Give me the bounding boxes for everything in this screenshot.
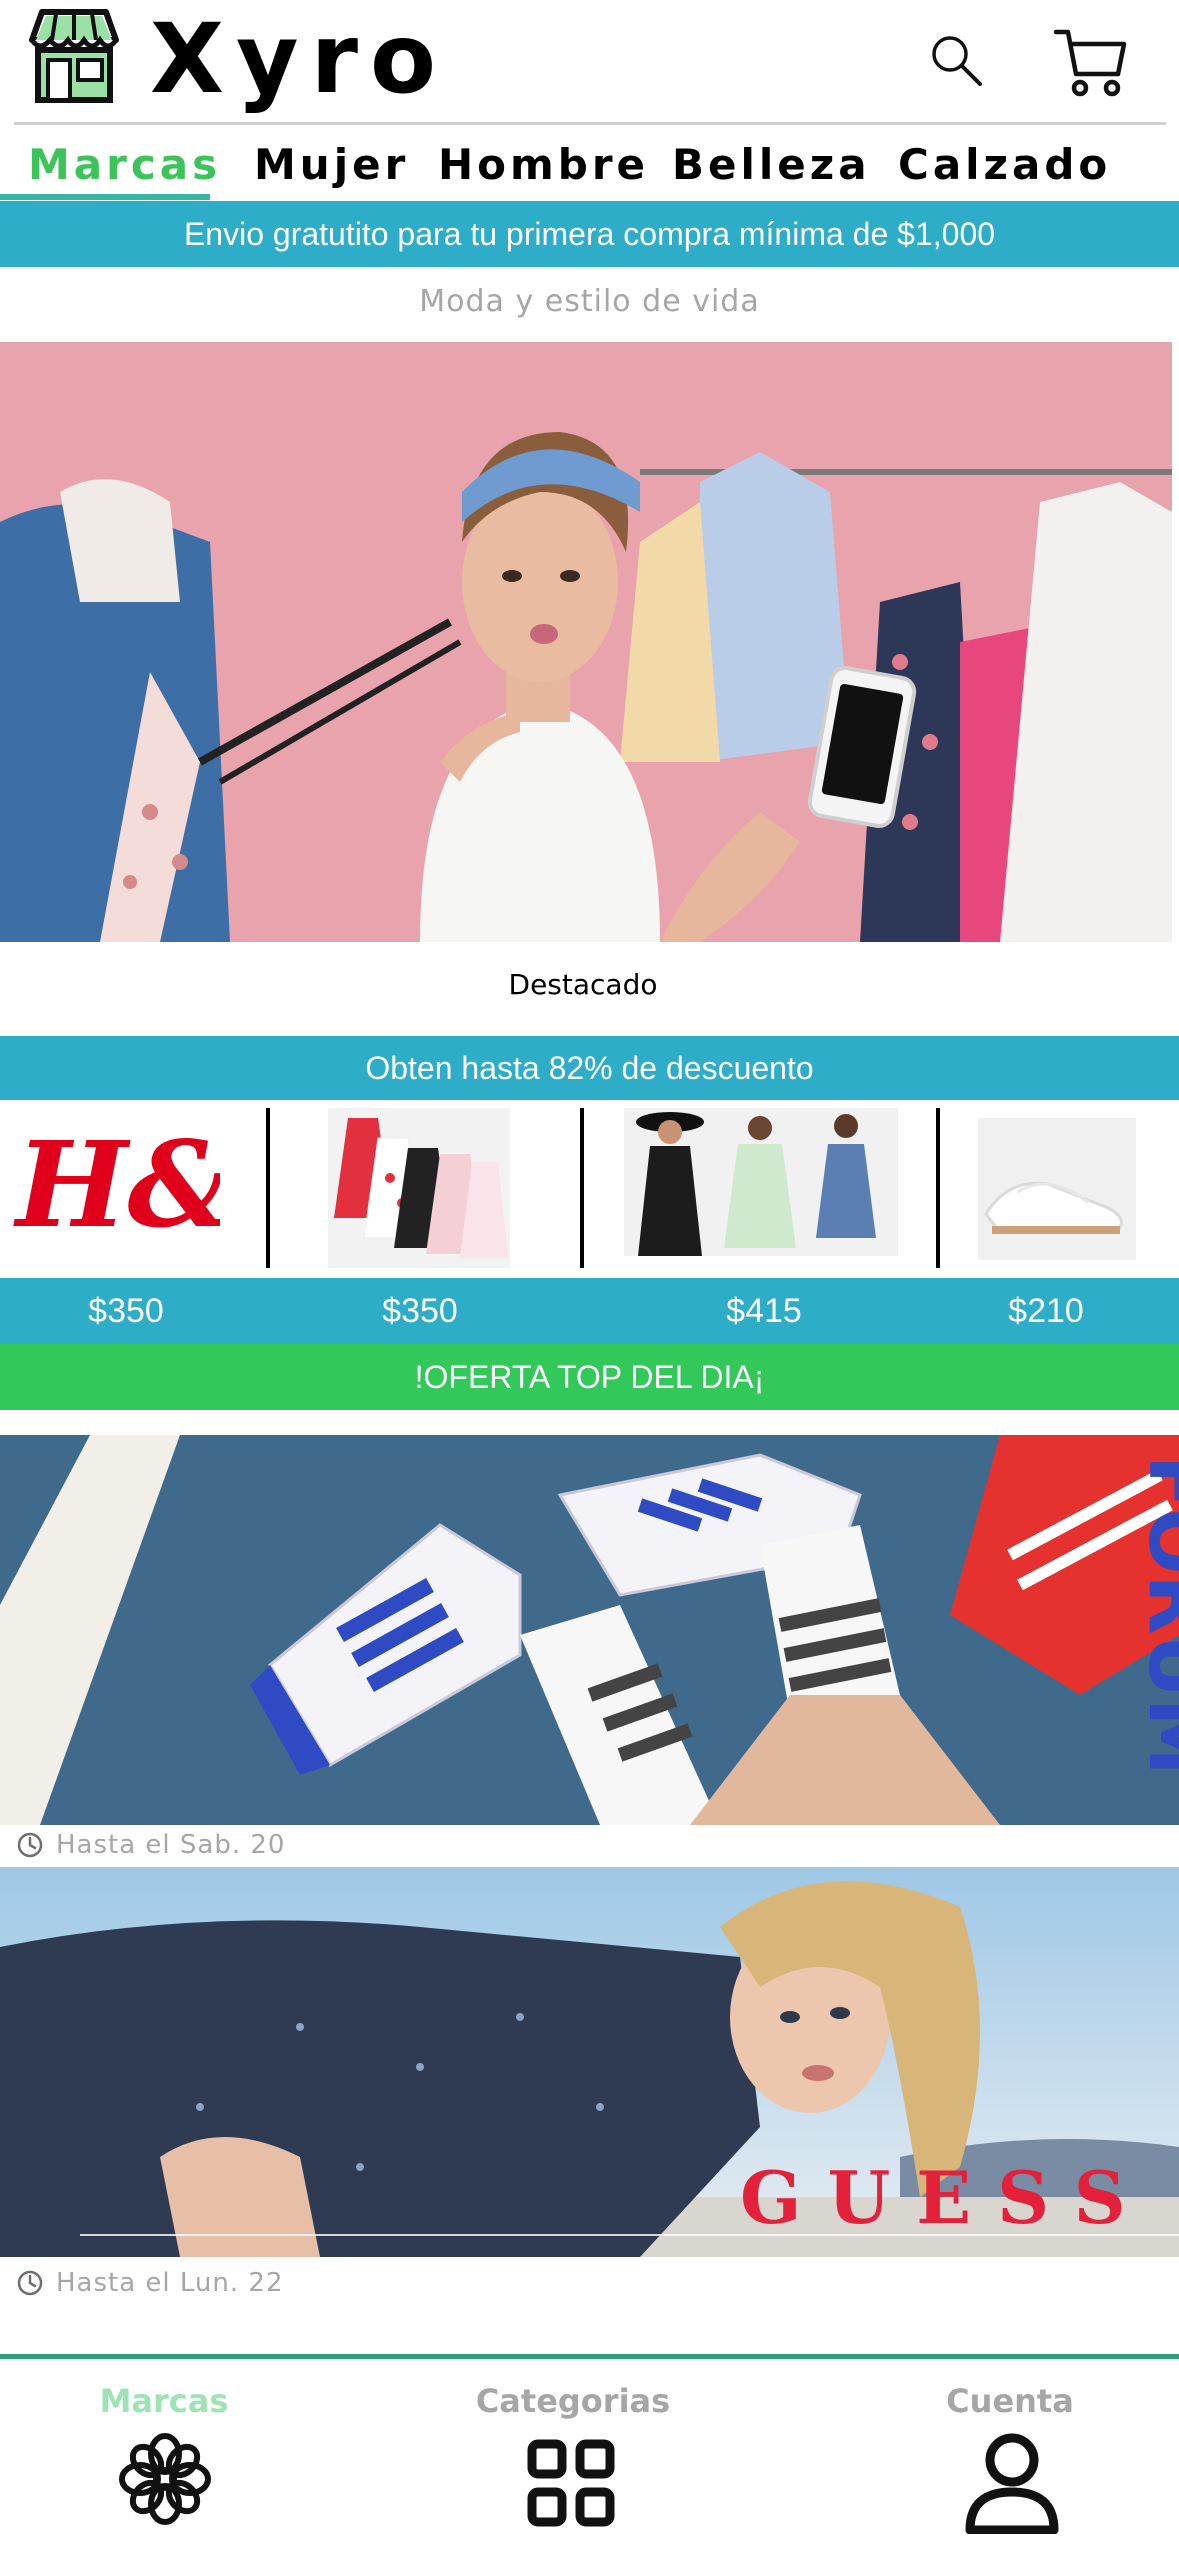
product-thumb-dresses[interactable] — [328, 1108, 510, 1268]
discount-banner[interactable]: Obten hasta 82% de descuento — [0, 1036, 1179, 1100]
tab-calzado[interactable]: Calzado — [898, 130, 1111, 200]
tab-hombre[interactable]: Hombre — [438, 130, 649, 200]
guess-brand-text: GUESS — [740, 2155, 1152, 2240]
clock-icon — [16, 2269, 44, 2297]
category-tabs: Marcas Mujer Hombre Belleza Calzado — [0, 130, 1179, 200]
header-divider — [14, 122, 1166, 125]
product-price: $350 — [320, 1278, 520, 1344]
product-thumb-outfits[interactable] — [624, 1108, 898, 1256]
tab-belleza[interactable]: Belleza — [672, 130, 871, 200]
tagline: Moda y estilo de vida — [0, 284, 1179, 319]
bottom-nav-cuenta-label[interactable]: Cuenta — [880, 2382, 1140, 2420]
search-icon[interactable] — [928, 32, 984, 88]
brand-title: Xyro — [150, 4, 448, 114]
hm-logo-text: H&M — [13, 1115, 220, 1254]
cart-icon[interactable] — [1052, 24, 1128, 100]
deal-expiry: Hasta el Sab. 20 — [16, 1830, 285, 1860]
product-price: $350 — [26, 1278, 226, 1344]
product-divider — [266, 1108, 270, 1268]
app-header: Xyro — [0, 0, 1179, 124]
product-price: $415 — [664, 1278, 864, 1344]
bottom-nav-categorias-label[interactable]: Categorias — [443, 2382, 703, 2420]
grid-icon[interactable] — [526, 2438, 616, 2528]
deal-card-guess[interactable]: GUESS — [0, 1867, 1179, 2257]
bottom-nav-divider — [0, 2354, 1179, 2359]
shipping-banner[interactable]: Envio gratutito para tu primera compra m… — [0, 201, 1179, 267]
clock-icon — [16, 1831, 44, 1859]
user-icon[interactable] — [962, 2430, 1062, 2534]
price-bar: $350 $350 $415 $210 — [0, 1278, 1179, 1344]
hero-banner[interactable] — [0, 342, 1172, 942]
product-thumb-sneakers[interactable] — [978, 1118, 1136, 1260]
deal-of-day-banner[interactable]: !OFERTA TOP DEL DIA¡ — [0, 1344, 1179, 1410]
featured-label: Destacado — [0, 968, 1166, 1001]
deal-expiry-text: Hasta el Sab. 20 — [56, 1830, 285, 1860]
product-divider — [580, 1108, 584, 1268]
deal-expiry: Hasta el Lun. 22 — [16, 2268, 284, 2298]
product-divider — [936, 1108, 940, 1268]
deal-expiry-text: Hasta el Lun. 22 — [56, 2268, 284, 2298]
forum-brand-text: FORUM — [1131, 1455, 1179, 1776]
hm-logo[interactable]: H&M — [10, 1114, 220, 1254]
deal-card-forum[interactable]: FORUM — [0, 1435, 1179, 1825]
product-price: $210 — [946, 1278, 1146, 1344]
active-tab-indicator — [0, 194, 210, 200]
tab-mujer[interactable]: Mujer — [254, 130, 409, 200]
storefront-icon[interactable] — [26, 6, 122, 106]
tab-marcas[interactable]: Marcas — [28, 130, 221, 200]
bottom-nav-marcas-label[interactable]: Marcas — [34, 2382, 294, 2420]
product-strip: H&M — [0, 1100, 1179, 1280]
flower-icon[interactable] — [118, 2432, 212, 2526]
